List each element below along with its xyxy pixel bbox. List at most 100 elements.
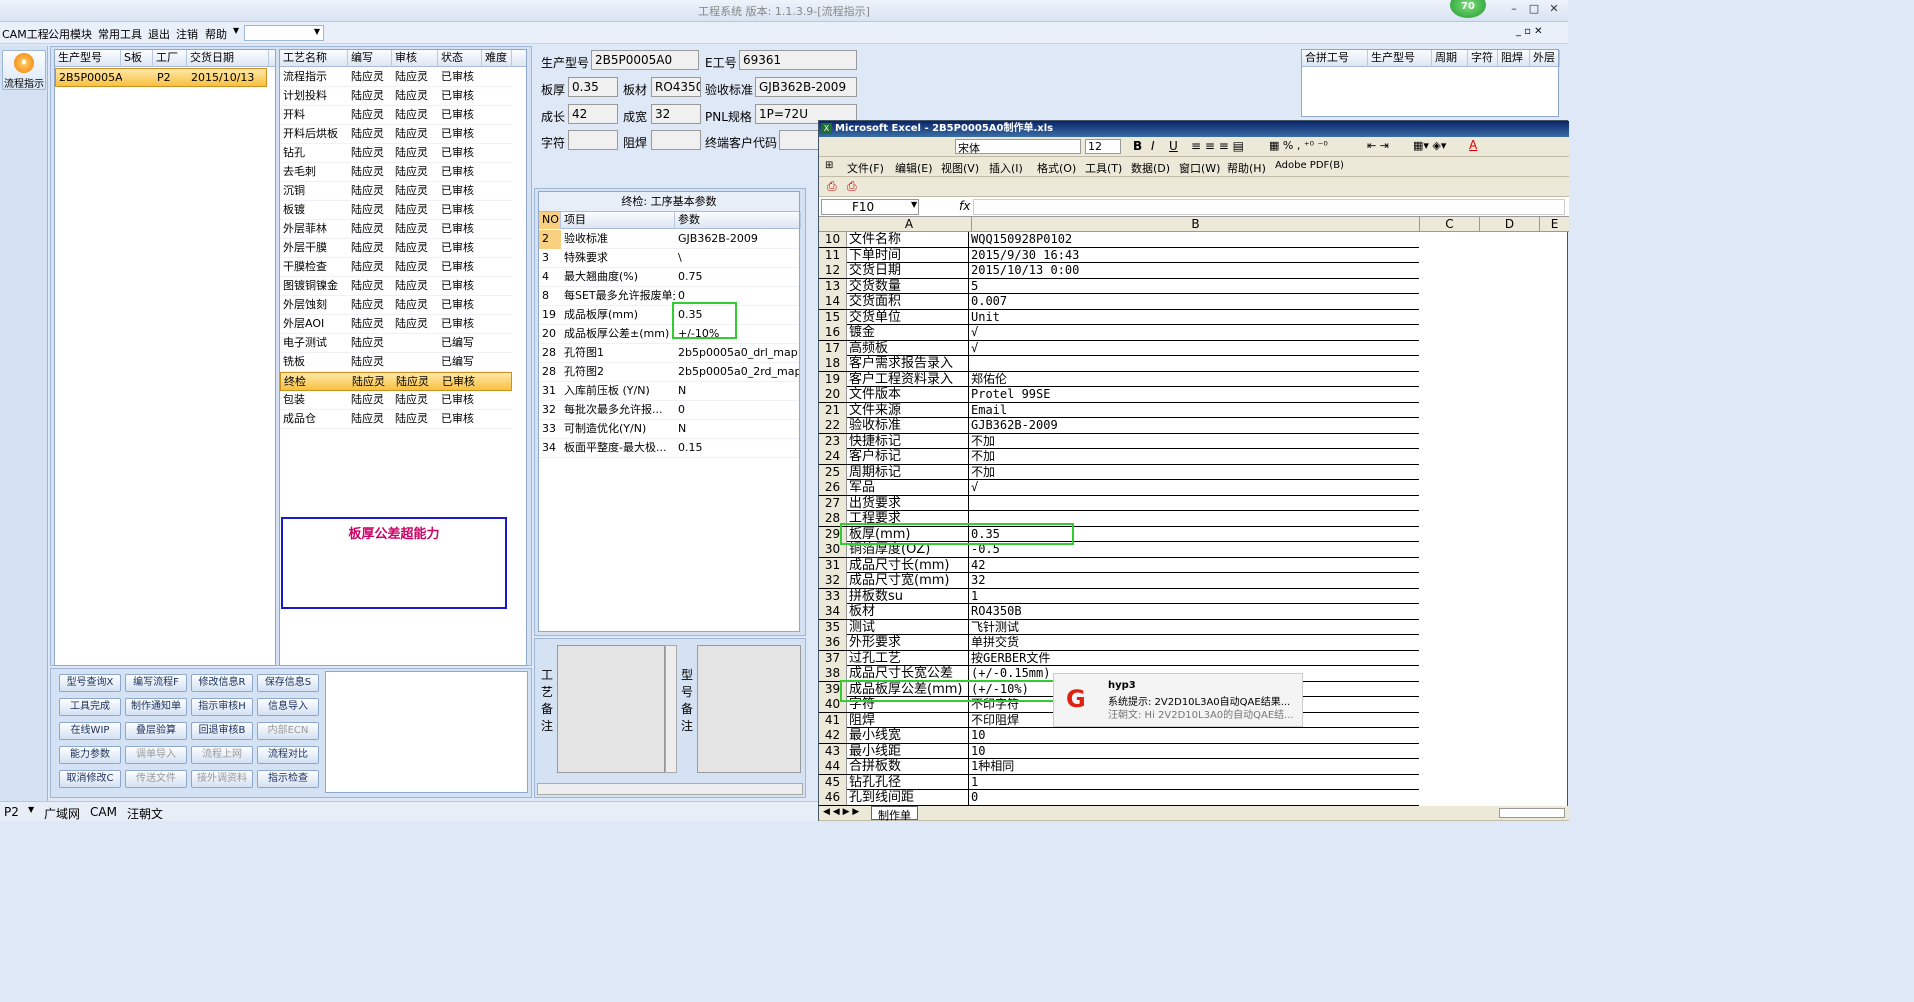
chevron-down-icon[interactable]: ▼ bbox=[911, 200, 917, 209]
cell[interactable]: 最小线宽 bbox=[849, 728, 969, 743]
table-row[interactable]: 19 成品板厚(mm) 0.35 bbox=[539, 306, 799, 325]
sheet-row[interactable]: 31 成品尺寸长(mm) 42 bbox=[819, 557, 1419, 573]
row-number[interactable]: 15 bbox=[819, 309, 847, 325]
col-c[interactable]: C bbox=[1419, 217, 1479, 231]
excel-menu-format[interactable]: 格式(O) bbox=[1037, 160, 1076, 176]
cell[interactable]: 镀金 bbox=[849, 325, 969, 340]
row-number[interactable]: 41 bbox=[819, 712, 847, 728]
table-row[interactable]: 外层菲林 陆应灵 陆应灵 已审核 bbox=[280, 220, 512, 239]
row-number[interactable]: 14 bbox=[819, 294, 847, 309]
col-outer[interactable]: 外层 bbox=[1530, 50, 1560, 67]
sheet-row[interactable]: 45 钻孔孔径 1 bbox=[819, 774, 1419, 790]
excel-menu-help[interactable]: 帮助(H) bbox=[1227, 160, 1266, 176]
action-button[interactable]: 保存信息S bbox=[257, 674, 319, 692]
action-button[interactable]: 回退审核B bbox=[191, 722, 253, 740]
excel-menu-insert[interactable]: 插入(I) bbox=[989, 160, 1023, 176]
cell[interactable]: 外形要求 bbox=[849, 635, 969, 650]
cell[interactable]: 高频板 bbox=[849, 340, 969, 356]
table-row[interactable]: 外层蚀刻 陆应灵 陆应灵 已审核 bbox=[280, 296, 512, 315]
menu-help[interactable]: 帮助 bbox=[205, 26, 227, 42]
row-number[interactable]: 33 bbox=[819, 588, 847, 604]
row-number[interactable]: 22 bbox=[819, 418, 847, 433]
cell[interactable]: Email bbox=[971, 403, 1419, 418]
row-number[interactable]: 18 bbox=[819, 356, 847, 371]
sheet-row[interactable]: 19 客户工程资料录入 郑佑伦 bbox=[819, 371, 1419, 387]
cell[interactable]: 郑佑伦 bbox=[971, 372, 1419, 387]
action-button[interactable]: 传送文件 bbox=[125, 770, 187, 788]
cell[interactable]: 军品 bbox=[849, 480, 969, 495]
sheet-row[interactable]: 15 交货单位 Unit bbox=[819, 309, 1419, 325]
col-s-board[interactable]: S板 bbox=[121, 50, 153, 67]
cell[interactable]: 2015/9/30 16:43 bbox=[971, 248, 1419, 263]
sheet-row[interactable]: 20 文件版本 Protel 99SE bbox=[819, 387, 1419, 403]
solder-field[interactable] bbox=[651, 130, 701, 150]
row-number[interactable]: 27 bbox=[819, 495, 847, 511]
maximize-icon[interactable]: □ bbox=[1526, 2, 1542, 16]
cell[interactable]: 成品尺寸长(mm) bbox=[849, 557, 969, 573]
row-number[interactable]: 17 bbox=[819, 340, 847, 356]
cell[interactable]: √ bbox=[971, 325, 1419, 340]
row-number[interactable]: 44 bbox=[819, 759, 847, 774]
table-row[interactable]: 2B5P0005A0 P2 2015/10/13 bbox=[55, 68, 267, 87]
cell[interactable]: 文件版本 bbox=[849, 387, 969, 402]
action-button[interactable]: 叠层验算 bbox=[125, 722, 187, 740]
sheet-row[interactable]: 27 出货要求 bbox=[819, 495, 1419, 511]
sheet-row[interactable]: 46 孔到线间距 0 bbox=[819, 790, 1419, 806]
col-solder[interactable]: 阻焊 bbox=[1498, 50, 1530, 67]
cell[interactable]: 交货日期 bbox=[849, 263, 969, 278]
sheet-row[interactable]: 14 交货面积 0.007 bbox=[819, 294, 1419, 310]
action-button[interactable]: 在线WIP bbox=[59, 722, 121, 740]
cell[interactable]: Unit bbox=[971, 310, 1419, 325]
width-field[interactable]: 32 bbox=[651, 104, 701, 124]
cell[interactable]: √ bbox=[971, 480, 1419, 495]
action-button[interactable]: 流程对比 bbox=[257, 746, 319, 764]
action-button[interactable]: 修改信息R bbox=[191, 674, 253, 692]
model-memo-field[interactable] bbox=[697, 645, 801, 773]
prod-field[interactable]: 2B5P0005A0 bbox=[591, 50, 699, 70]
cell[interactable]: RO4350B bbox=[971, 604, 1419, 619]
row-number[interactable]: 25 bbox=[819, 464, 847, 480]
excel-menu-view[interactable]: 视图(V) bbox=[941, 160, 979, 176]
pdf-mail-icon[interactable]: ⎙ bbox=[847, 179, 857, 194]
cell[interactable]: 42 bbox=[971, 558, 1419, 573]
sheet-row[interactable]: 44 合拼板数 1种相同 bbox=[819, 759, 1419, 775]
cell[interactable]: 下单时间 bbox=[849, 247, 969, 263]
action-button[interactable]: 取消修改C bbox=[59, 770, 121, 788]
sheet-row[interactable]: 12 交货日期 2015/10/13 0:00 bbox=[819, 263, 1419, 279]
action-button[interactable]: 指示审核H bbox=[191, 698, 253, 716]
status-combo[interactable]: P2 bbox=[4, 805, 19, 819]
sheet-row[interactable]: 34 板材 RO4350B bbox=[819, 604, 1419, 620]
cell[interactable]: 5 bbox=[971, 279, 1419, 294]
cell[interactable]: 交货数量 bbox=[849, 278, 969, 294]
cell[interactable]: 快捷标记 bbox=[849, 433, 969, 449]
mdi-window-controls[interactable]: _ ▫ ✕ bbox=[1516, 26, 1543, 37]
sheet-row[interactable]: 17 高频板 √ bbox=[819, 340, 1419, 356]
cell[interactable]: 2015/10/13 0:00 bbox=[971, 263, 1419, 278]
row-number[interactable]: 34 bbox=[819, 604, 847, 619]
col-item[interactable]: 项目 bbox=[561, 212, 675, 229]
sheet-row[interactable]: 37 过孔工艺 按GERBER文件 bbox=[819, 650, 1419, 666]
table-row[interactable]: 34 板面平整度-最大极... 0.15 bbox=[539, 439, 799, 458]
cell[interactable]: 验收标准 bbox=[849, 418, 969, 433]
row-number[interactable]: 13 bbox=[819, 278, 847, 294]
acceptance-field[interactable]: GJB362B-2009 bbox=[755, 77, 857, 97]
cell[interactable]: 文件名称 bbox=[849, 232, 969, 247]
col-param[interactable]: 参数 bbox=[675, 212, 801, 229]
char-field[interactable] bbox=[568, 130, 618, 150]
length-field[interactable]: 42 bbox=[568, 104, 618, 124]
table-row[interactable]: 铣板 陆应灵 已编写 bbox=[280, 353, 512, 372]
row-number[interactable]: 20 bbox=[819, 387, 847, 402]
menu-public[interactable]: 公用模块 bbox=[48, 26, 92, 42]
table-row[interactable]: 外层AOI 陆应灵 陆应灵 已审核 bbox=[280, 315, 512, 334]
action-button[interactable]: 工具完成 bbox=[59, 698, 121, 716]
row-number[interactable]: 46 bbox=[819, 790, 847, 805]
pdf-icon[interactable]: ⎙ bbox=[827, 179, 837, 194]
close-icon[interactable]: ✕ bbox=[1546, 2, 1562, 16]
col-reviewer[interactable]: 审核 bbox=[392, 50, 438, 67]
table-row[interactable]: 33 可制造优化(Y/N) N bbox=[539, 420, 799, 439]
cell[interactable]: 客户需求报告录入 bbox=[849, 356, 969, 371]
table-row[interactable]: 4 最大翘曲度(%) 0.75 bbox=[539, 268, 799, 287]
cell[interactable]: 客户标记 bbox=[849, 449, 969, 464]
cell[interactable]: 1种相同 bbox=[971, 759, 1419, 774]
material-field[interactable]: RO4350E bbox=[651, 77, 701, 97]
